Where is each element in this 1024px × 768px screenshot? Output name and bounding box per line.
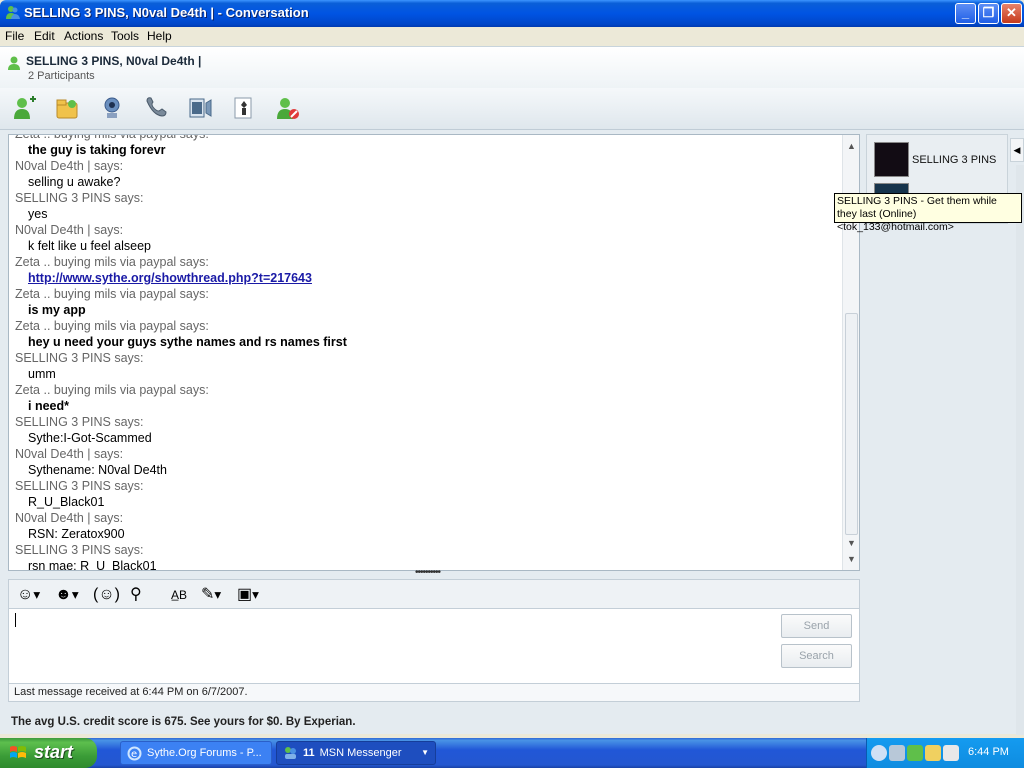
sender-line: SELLING 3 PINS says:	[15, 543, 144, 557]
action-toolbar	[0, 88, 1024, 130]
sender-line: Zeta .. buying mils via paypal says:	[15, 287, 209, 301]
emoticon-icon[interactable]: ☺▾	[17, 585, 40, 605]
message-line: Sythename: N0val De4th	[28, 463, 167, 477]
sender-line: SELLING 3 PINS says:	[15, 415, 144, 429]
start-button[interactable]: start	[0, 738, 97, 768]
message-line: selling u awake?	[28, 175, 121, 189]
message-line: the guy is taking forevr	[28, 143, 166, 157]
taskbar-item-messenger[interactable]: 11 MSN Messenger ▼	[276, 741, 436, 765]
tray-back-icon[interactable]	[871, 745, 887, 761]
sender-line: N0val De4th | says:	[15, 159, 124, 173]
taskbar: start e Sythe.Org Forums - P... 11 MSN Me…	[0, 738, 1024, 768]
message-line: is my app	[28, 303, 86, 317]
sender-line: Zeta .. buying mils via paypal says:	[15, 319, 209, 333]
panel-scrollbar[interactable]	[1016, 165, 1024, 735]
window-title: SELLING 3 PINS, N0val De4th | - Conversa…	[24, 5, 309, 20]
taskbar-item-count: 11	[303, 747, 315, 759]
conversation-header: SELLING 3 PINS, N0val De4th | 2 Particip…	[0, 46, 1024, 88]
message-line: http://www.sythe.org/showthread.php?t=21…	[15, 270, 835, 286]
windows-logo-icon	[10, 746, 26, 758]
send-files-icon[interactable]	[55, 95, 81, 121]
send-button[interactable]: Send	[781, 614, 852, 638]
svg-text:e: e	[131, 749, 137, 760]
message-line: i need*	[28, 399, 69, 413]
message-line: Sythe:I-Got-Scammed	[28, 431, 152, 445]
message-line: k felt like u feel alseep	[28, 239, 151, 253]
chevron-down-icon: ▼	[421, 748, 429, 757]
menu-help[interactable]: Help	[147, 29, 172, 43]
internet-explorer-icon: e	[127, 746, 142, 761]
sender-line: N0val De4th | says:	[15, 223, 124, 237]
menu-bar: File Edit Actions Tools Help	[0, 27, 1024, 46]
scroll-end-icon[interactable]: ▼	[847, 554, 856, 564]
search-button[interactable]: Search	[781, 644, 852, 668]
block-contact-icon[interactable]	[275, 95, 301, 121]
system-tray: 6:44 PM	[866, 738, 1024, 768]
message-line: umm	[28, 367, 56, 381]
contact-avatar[interactable]	[874, 142, 909, 177]
menu-file[interactable]: File	[5, 29, 24, 43]
voice-clip-icon[interactable]: ⚲	[130, 585, 142, 605]
menu-tools[interactable]: Tools	[111, 29, 139, 43]
sender-line: N0val De4th | says:	[15, 447, 124, 461]
sender-line: Zeta .. buying mils via paypal says:	[15, 255, 209, 269]
wink-icon[interactable]: ☻▾	[55, 585, 79, 605]
format-toolbar: ☺▾ ☻▾ (☺) ⚲ A̲B ✎▾ ▣▾	[8, 579, 860, 609]
ad-banner[interactable]: The avg U.S. credit score is 675. See yo…	[11, 716, 356, 728]
message-input[interactable]: Send Search	[8, 608, 860, 684]
activities-icon[interactable]	[187, 95, 213, 121]
contact-tooltip: SELLING 3 PINS - Get them while they las…	[834, 193, 1022, 233]
message-line: R_U_Black01	[28, 495, 105, 509]
font-icon[interactable]: A̲B	[171, 585, 187, 605]
minimize-button[interactable]: _	[955, 3, 976, 24]
clock[interactable]: 6:44 PM	[968, 746, 1009, 758]
games-icon[interactable]	[231, 95, 257, 121]
tray-security-icon[interactable]	[925, 745, 941, 761]
menu-edit[interactable]: Edit	[34, 29, 55, 43]
background-icon[interactable]: ✎▾	[201, 585, 221, 605]
title-bar: SELLING 3 PINS, N0val De4th | - Conversa…	[0, 0, 1024, 27]
sender-line: SELLING 3 PINS says:	[15, 351, 144, 365]
taskbar-item-forums[interactable]: e Sythe.Org Forums - P...	[120, 741, 272, 765]
scroll-down-icon[interactable]: ▼	[847, 538, 856, 548]
sender-line: SELLING 3 PINS says:	[15, 479, 144, 493]
collapse-panel-icon[interactable]: ◀	[1010, 138, 1024, 162]
scroll-thumb[interactable]	[845, 313, 858, 535]
menu-actions[interactable]: Actions	[64, 29, 103, 43]
close-button[interactable]: ✕	[1001, 3, 1022, 24]
status-line: Last message received at 6:44 PM on 6/7/…	[8, 683, 860, 702]
invite-contact-icon[interactable]	[12, 95, 38, 121]
voice-call-icon[interactable]	[143, 95, 169, 121]
participant-count: 2 Participants	[28, 70, 95, 82]
pane-splitter[interactable]: ••••••••••	[415, 568, 451, 578]
message-line: hey u need your guys sythe names and rs …	[28, 335, 347, 349]
message-list: Zeta .. buying mils via paypal says: the…	[15, 134, 835, 570]
conversation-history[interactable]: Zeta .. buying mils via paypal says: the…	[8, 134, 860, 571]
conversation-title: SELLING 3 PINS, N0val De4th |	[26, 54, 202, 68]
start-label: start	[34, 742, 74, 762]
video-call-icon[interactable]	[99, 95, 125, 121]
text-caret	[15, 613, 16, 627]
sender-line: SELLING 3 PINS says:	[15, 191, 144, 205]
scroll-up-icon[interactable]: ▲	[847, 141, 856, 151]
msn-messenger-icon	[285, 747, 296, 759]
maximize-button[interactable]: ❐	[978, 3, 999, 24]
sender-line: N0val De4th | says:	[15, 511, 124, 525]
nudge-icon[interactable]: (☺)	[93, 585, 120, 605]
message-line: yes	[28, 207, 48, 221]
tray-clock-icon[interactable]	[889, 745, 905, 761]
sender-line: Zeta .. buying mils via paypal says:	[15, 134, 209, 141]
taskbar-item-label: Sythe.Org Forums - P...	[147, 747, 262, 759]
ink-icon[interactable]: ▣▾	[237, 585, 259, 605]
contact-icon	[8, 56, 20, 70]
sender-line: Zeta .. buying mils via paypal says:	[15, 383, 209, 397]
thread-link[interactable]: http://www.sythe.org/showthread.php?t=21…	[28, 271, 312, 285]
message-line: RSN: Zeratox900	[28, 527, 125, 541]
tray-microphone-icon[interactable]	[943, 745, 959, 761]
contact-name: SELLING 3 PINS	[912, 154, 997, 166]
msn-messenger-icon	[6, 6, 20, 19]
taskbar-item-label: MSN Messenger	[319, 747, 402, 759]
tray-messenger-icon[interactable]	[907, 745, 923, 761]
